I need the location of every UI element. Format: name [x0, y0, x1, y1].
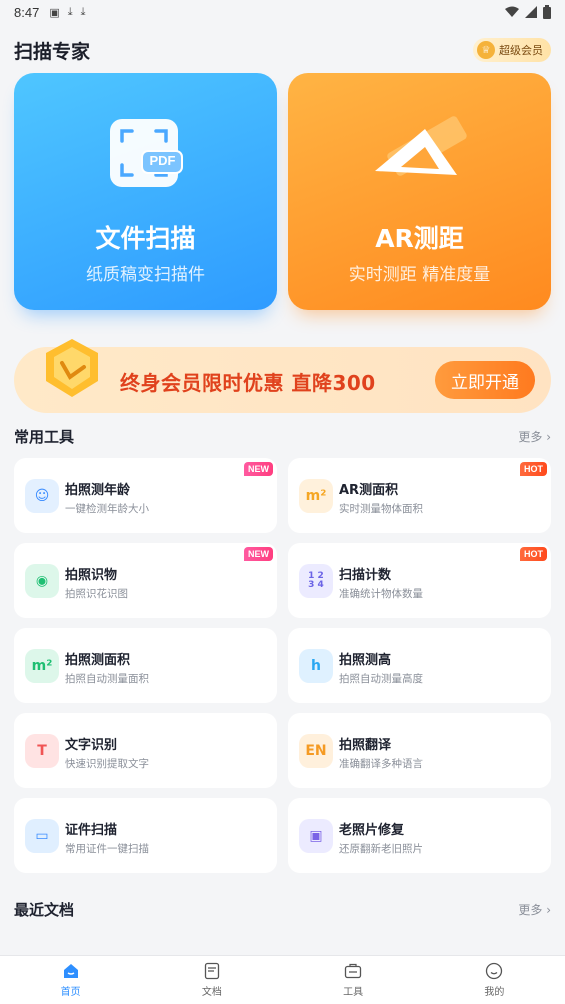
- id-card-icon: ▭: [25, 819, 59, 853]
- vip-promo-banner[interactable]: 终身会员限时优惠 直降300 立即开通: [14, 339, 551, 413]
- pdf-label: PDF: [149, 153, 176, 168]
- toolbox-icon: [344, 963, 362, 979]
- hot-badge: HOT: [520, 547, 547, 561]
- tool-name: 文字识别: [65, 738, 118, 753]
- document-scan-card[interactable]: PDF 文件扫描 纸质稿变扫描件: [14, 73, 277, 310]
- tool-card[interactable]: ▭ 证件扫描常用证件一键扫描: [14, 798, 277, 873]
- tool-description: 拍照自动测量面积: [65, 673, 149, 685]
- tool-description: 实时测量物体面积: [339, 503, 423, 515]
- wifi-icon: [505, 6, 519, 17]
- translate-icon: EN: [299, 734, 333, 768]
- nav-label: 我的: [484, 987, 505, 998]
- tool-description: 拍照识花识图: [65, 588, 128, 600]
- nav-documents[interactable]: 文档: [141, 956, 282, 1004]
- recent-docs-header: 最近文档 更多 ›: [14, 899, 551, 920]
- tool-name: 拍照识物: [65, 568, 118, 583]
- tool-card[interactable]: EN 拍照翻译准确翻译多种语言: [288, 713, 551, 788]
- tool-card[interactable]: T 文字识别快速识别提取文字: [14, 713, 277, 788]
- tool-description: 还原翻新老旧照片: [339, 843, 423, 855]
- nav-label: 首页: [60, 987, 81, 998]
- app-title: 扫描专家: [14, 40, 91, 63]
- tool-card[interactable]: m² 拍照测面积拍照自动测量面积: [14, 628, 277, 703]
- tool-description: 一键检测年龄大小: [65, 503, 149, 515]
- download-icon: ⤓: [67, 5, 73, 18]
- tool-name: 拍照翻译: [339, 738, 392, 753]
- tool-name: 老照片修复: [339, 823, 405, 838]
- crown-icon: ♕: [477, 41, 495, 59]
- status-time: 8:47: [14, 4, 40, 20]
- tool-name: 扫描计数: [339, 568, 392, 583]
- count-grid-icon: 1 2 3 4: [299, 564, 333, 598]
- tool-card[interactable]: ▣ 老照片修复还原翻新老旧照片: [288, 798, 551, 873]
- vip-badge[interactable]: ♕ 超级会员: [473, 38, 551, 62]
- more-tools-link[interactable]: 更多 ›: [518, 428, 551, 445]
- tool-card[interactable]: ☺ 拍照测年龄一键检测年龄大小 NEW: [14, 458, 277, 533]
- tool-name: 证件扫描: [65, 823, 118, 838]
- tool-card[interactable]: h 拍照测高拍照自动测量高度: [288, 628, 551, 703]
- status-bar: 8:47 ▣ ⤓ ⤓: [0, 0, 565, 24]
- scan-object-icon: ◉: [25, 564, 59, 598]
- tool-name: 拍照测高: [339, 653, 392, 668]
- tool-description: 快速识别提取文字: [65, 758, 149, 770]
- text-recognition-icon: T: [25, 734, 59, 768]
- signal-icon: [525, 6, 537, 18]
- tool-card[interactable]: ◉ 拍照识物拍照识花识图 NEW: [14, 543, 277, 618]
- hero-subtitle: 实时测距 精准度量: [348, 265, 491, 285]
- pdf-scan-icon: PDF: [106, 115, 186, 199]
- cube-area-icon: m²: [299, 479, 333, 513]
- section-title: 最近文档: [14, 901, 75, 919]
- tool-name: 拍照测面积: [65, 653, 131, 668]
- hero-title: AR测距: [375, 224, 464, 253]
- nav-label: 工具: [343, 987, 364, 998]
- nav-profile[interactable]: 我的: [424, 956, 565, 1004]
- vip-gem-icon: [40, 337, 104, 405]
- vip-label: 超级会员: [499, 44, 543, 57]
- hero-subtitle: 纸质稿变扫描件: [86, 265, 205, 285]
- tool-name: 拍照测年龄: [65, 483, 131, 498]
- hot-badge: HOT: [520, 462, 547, 476]
- profile-icon: [486, 962, 503, 980]
- battery-icon: [543, 5, 551, 19]
- nav-tools[interactable]: 工具: [283, 956, 424, 1004]
- common-tools-header: 常用工具 更多 ›: [14, 426, 551, 447]
- hero-title: 文件扫描: [95, 224, 196, 253]
- nav-label: 文档: [201, 987, 222, 998]
- face-icon: ☺: [25, 479, 59, 513]
- ruler-triangle-icon: [365, 115, 475, 205]
- tool-card[interactable]: 1 2 3 4 扫描计数准确统计物体数量 HOT: [288, 543, 551, 618]
- download-icon: ⤓: [80, 5, 86, 18]
- tool-description: 拍照自动测量高度: [339, 673, 423, 685]
- document-icon: [204, 962, 220, 980]
- tool-description: 准确统计物体数量: [339, 588, 423, 600]
- ar-distance-card[interactable]: AR测距 实时测距 精准度量: [288, 73, 551, 310]
- promo-text: 终身会员限时优惠 直降300: [120, 371, 376, 395]
- open-vip-button[interactable]: 立即开通: [435, 361, 535, 399]
- more-docs-link[interactable]: 更多 ›: [518, 901, 551, 918]
- photo-restore-icon: ▣: [299, 819, 333, 853]
- height-measure-icon: h: [299, 649, 333, 683]
- new-badge: NEW: [244, 462, 273, 476]
- section-title: 常用工具: [14, 428, 75, 446]
- tool-description: 准确翻译多种语言: [339, 758, 423, 770]
- area-measure-icon: m²: [25, 649, 59, 683]
- new-badge: NEW: [244, 547, 273, 561]
- tool-card[interactable]: m² AR测面积实时测量物体面积 HOT: [288, 458, 551, 533]
- app-header: 扫描专家 ♕ 超级会员: [14, 36, 551, 64]
- nav-home[interactable]: 首页: [0, 956, 141, 1004]
- notification-a-icon: ▣: [49, 5, 60, 19]
- tool-description: 常用证件一键扫描: [65, 843, 149, 855]
- home-icon: [63, 964, 78, 978]
- tool-name: AR测面积: [339, 483, 399, 498]
- bottom-nav: 首页 文档 工具 我的: [0, 955, 565, 1004]
